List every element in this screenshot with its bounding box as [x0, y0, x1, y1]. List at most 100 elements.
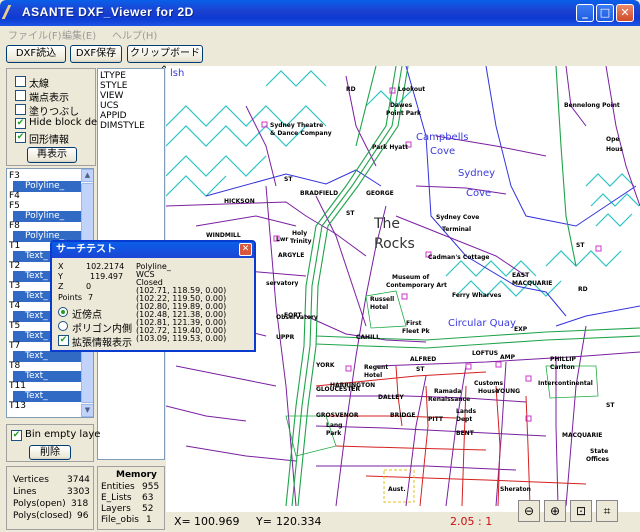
map-label: Ope — [606, 136, 620, 143]
layer-list-item[interactable]: Text_ — [13, 351, 89, 362]
checkbox[interactable] — [15, 90, 26, 101]
map-label: Ramada — [434, 388, 462, 395]
map-label: YORK — [316, 362, 335, 369]
dialog-title-bar[interactable]: サーチテスト ✕ — [52, 242, 254, 258]
maximize-button[interactable]: □ — [596, 4, 614, 22]
status-y-value: 120.334 — [276, 515, 322, 528]
checkbox[interactable]: ✔ — [58, 335, 69, 346]
option-label: 拡張情報表示 — [72, 338, 132, 349]
layer-list-item[interactable]: Polyline_ — [13, 181, 89, 192]
zoom-scale: 2.05 : 1 — [450, 515, 493, 528]
list-item[interactable]: DIMSTYLE — [100, 121, 145, 132]
point-row: (103.09, 119.53, 0.00) — [136, 334, 227, 343]
map-label: Fleet Pk — [402, 328, 430, 335]
map-label: Ferry Wharves — [452, 292, 502, 299]
stat-label: File_obis — [101, 515, 139, 525]
zoom-fit-button[interactable]: ⊡ — [570, 500, 592, 522]
map-label: Offices — [586, 456, 609, 463]
map-label: Carlton — [550, 364, 575, 371]
dialog-close-button[interactable]: ✕ — [239, 243, 252, 256]
checkbox[interactable]: ✔ — [11, 430, 22, 441]
map-label: servatory — [266, 280, 299, 287]
clipboard-button[interactable]: クリップボードへ — [127, 45, 203, 75]
map-label: Russell — [370, 296, 395, 303]
scroll-up-button[interactable]: ▲ — [81, 169, 93, 182]
menu-file[interactable]: ファイル(F) — [8, 27, 62, 42]
map-label: Customs — [474, 380, 504, 387]
map-label: LOFTUS — [472, 350, 499, 357]
zoom-extents-icon: ⌗ — [603, 504, 611, 518]
zoom-out-button[interactable]: ⊖ — [518, 500, 540, 522]
delete-button[interactable]: 削除 — [29, 445, 71, 460]
map-label: Lang — [326, 422, 343, 429]
stat-label: Lines — [13, 487, 37, 497]
map-label: CAHILL — [356, 334, 380, 341]
map-label: ST — [284, 176, 293, 183]
map-label: The — [374, 216, 401, 232]
checkbox[interactable]: ✔ — [15, 132, 26, 143]
memory-title: Memory — [116, 470, 157, 480]
map-label: Lwr — [276, 236, 289, 243]
minimize-button[interactable]: _ — [576, 4, 594, 22]
y-value: 119.497 — [90, 272, 124, 281]
x-value: 102.2174 — [86, 262, 125, 271]
map-label: Sheraton — [500, 486, 531, 493]
window-title: ASANTE DXF_Viewer for 2D — [22, 5, 194, 19]
stat-value: 955 — [142, 482, 160, 492]
scroll-down-button[interactable]: ▼ — [81, 404, 93, 417]
z-label: Z — [58, 282, 64, 291]
zoom-in-button[interactable]: ⊕ — [544, 500, 566, 522]
radio-label: 近傍点 — [72, 310, 102, 321]
map-label: ST — [576, 242, 585, 249]
map-label: Aust. — [388, 486, 406, 493]
radio-button[interactable] — [58, 307, 68, 317]
app-icon — [1, 5, 23, 19]
map-label: MACQUARIE — [562, 432, 603, 439]
radio-button[interactable] — [58, 321, 68, 331]
close-button[interactable]: ✕ — [616, 4, 634, 22]
layer-list-item[interactable]: T13 — [9, 401, 26, 412]
y-label: Y — [58, 272, 63, 281]
map-label: Circular Quay — [448, 318, 516, 329]
option-label: 端点表示 — [29, 93, 69, 104]
map-label: RD — [578, 286, 588, 293]
map-label: GLOUCESTER — [316, 386, 361, 393]
map-label: ARGYLE — [278, 252, 305, 259]
map-label: & Dance Company — [270, 130, 332, 137]
checkbox[interactable]: ✔ — [15, 118, 26, 129]
dxf-save-button[interactable]: DXF保存 — [70, 45, 122, 63]
menu-edit[interactable]: 編集(E) — [62, 27, 96, 42]
map-label: First — [406, 320, 422, 327]
redraw-button[interactable]: 再表示 — [27, 147, 77, 163]
stat-label: Entities — [101, 482, 135, 492]
options-panel: 太線 端点表示 塗りつぶし ✔ Hide block defi ✔ 回形情報 再… — [6, 68, 104, 166]
title-bar[interactable]: ASANTE DXF_Viewer for 2D _ □ ✕ — [0, 0, 640, 26]
stat-value: 96 — [77, 511, 89, 521]
x-label: X — [58, 262, 64, 271]
dxf-read-button[interactable]: DXF読込 — [6, 45, 66, 63]
menu-help[interactable]: ヘルプ(H) — [112, 27, 157, 42]
zoom-extents-button[interactable]: ⌗ — [596, 500, 618, 522]
map-label: ALFRED — [410, 356, 437, 363]
map-label: BRADFIELD — [300, 190, 339, 197]
map-label: Contemporary Art — [386, 282, 447, 289]
checkbox[interactable] — [15, 76, 26, 87]
map-label: PITT — [428, 416, 443, 423]
stat-value: 1 — [146, 515, 152, 525]
map-label: Point Park — [386, 110, 422, 117]
radio-label: ポリゴン内側 — [72, 324, 132, 335]
stat-label: Polys(open) — [13, 499, 66, 509]
map-label: MACQUARIE — [512, 280, 553, 287]
stat-label: Vertices — [13, 475, 49, 485]
zoom-fit-icon: ⊡ — [575, 504, 587, 518]
map-label: Campbells — [416, 132, 469, 143]
status-x-value: 100.969 — [194, 515, 240, 528]
dialog-title: サーチテスト — [56, 244, 116, 255]
map-label: PHILLIP — [550, 356, 576, 363]
map-label: Cove — [430, 146, 456, 157]
checkbox[interactable] — [15, 104, 26, 115]
map-label: Renaissance — [428, 396, 471, 403]
map-label: Lands — [456, 408, 477, 415]
map-label: Terminal — [442, 226, 472, 233]
layer-list-item[interactable]: Polyline_ — [13, 211, 89, 222]
